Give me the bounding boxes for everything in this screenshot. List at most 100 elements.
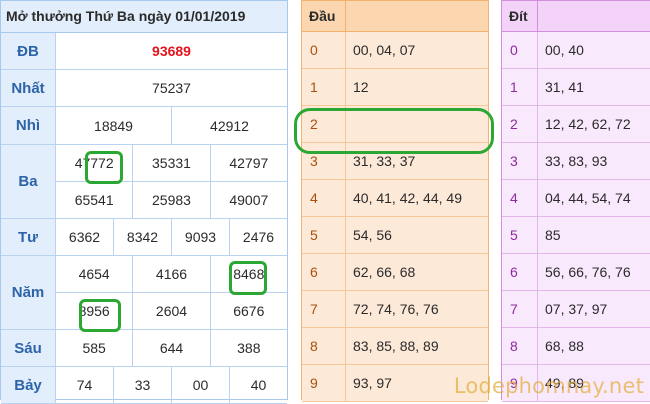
dau-key: 5 (302, 217, 346, 253)
dau-row: 0 00, 04, 07 (302, 32, 488, 69)
prize-number: 8342 (113, 219, 171, 255)
prize-number: 74 (76, 377, 93, 393)
prize-number: 6676 (209, 293, 287, 329)
dit-value: 04, 44, 54, 74 (545, 190, 631, 206)
dit-row: 0 00, 40 (502, 32, 650, 69)
special-prize-number: 93689 (152, 43, 191, 59)
dau-rows: 0 00, 04, 07 1 12 2 3 31, 33, 37 4 40, 41, 42, 4… (302, 32, 488, 402)
prize-line: 74 33 00 40 (56, 367, 287, 403)
dit-key: 4 (502, 180, 538, 216)
prize-number: 4654 (78, 266, 110, 282)
prize-number: 2604 (132, 293, 209, 329)
prize-line: 585 644 388 (56, 330, 287, 366)
dau-value: 62, 66, 68 (353, 264, 416, 280)
dit-row: 3 33, 83, 93 (502, 143, 650, 180)
result-title: Mở thưởng Thứ Ba ngày 01/01/2019 (1, 1, 287, 33)
prize-line: 93689 (56, 33, 287, 69)
highlight-box-nam-right (229, 261, 267, 295)
prize-rows: ĐB 93689 Nhất 75237 Nhì 18849 42912 Ba 47772 3533… (1, 33, 287, 404)
dit-row: 4 04, 44, 54, 74 (502, 180, 650, 217)
dit-value: 12, 42, 62, 72 (545, 116, 631, 132)
highlight-box-ba (85, 151, 123, 184)
prize-label: Nhất (1, 70, 56, 106)
lottery-result-table: Mở thưởng Thứ Ba ngày 01/01/2019 ĐB 93689… (0, 0, 288, 404)
dit-key: 2 (502, 106, 538, 142)
prize-row: Nhì 18849 42912 (1, 107, 287, 145)
dau-value: 00, 04, 07 (353, 42, 416, 58)
prize-row: Tư 6362 8342 9093 2476 (1, 219, 287, 256)
watermark-text: Lodephomnay.net (453, 374, 644, 398)
dau-row: 7 72, 74, 76, 76 (302, 291, 488, 328)
prize-line: 65541 25983 49007 (56, 181, 287, 218)
prize-number: 49007 (209, 182, 287, 218)
prize-number: 4166 (132, 256, 209, 292)
dit-key: 1 (502, 69, 538, 105)
prize-row: Ba 47772 35331 42797 65541 25983 49007 (1, 145, 287, 219)
prize-label: Nhì (1, 107, 56, 144)
dau-row: 8 83, 85, 88, 89 (302, 328, 488, 365)
dit-value: 00, 40 (545, 42, 584, 58)
dit-key: 5 (502, 217, 538, 253)
prize-row: Bảy 74 33 00 40 (1, 367, 287, 404)
highlight-box-nam-left (79, 299, 121, 332)
dit-value: 68, 88 (545, 338, 584, 354)
highlight-row-dau-2 (294, 108, 494, 154)
dau-value: 40, 41, 42, 44, 49 (353, 190, 462, 206)
dau-table: Đầu 0 00, 04, 07 1 12 2 3 31, 33, 37 4 40, 41, 4… (301, 0, 489, 402)
dit-row: 5 85 (502, 217, 650, 254)
dau-value: 72, 74, 76, 76 (353, 301, 439, 317)
dit-row: 7 07, 37, 97 (502, 291, 650, 328)
dau-header: Đầu (302, 1, 488, 32)
prize-number: 388 (209, 330, 287, 366)
dit-header-label: Đít (502, 1, 538, 31)
prize-number: 25983 (132, 182, 209, 218)
prize-number: 585 (82, 340, 106, 356)
dau-row: 6 62, 66, 68 (302, 254, 488, 291)
dau-value: 12 (353, 79, 369, 95)
prize-line: 18849 42912 (56, 107, 287, 144)
prize-number: 6362 (68, 229, 101, 245)
dau-key: 9 (302, 365, 346, 401)
prize-line: 6362 8342 9093 2476 (56, 219, 287, 255)
prize-values: 93689 (56, 33, 287, 69)
prize-number: 18849 (94, 117, 133, 134)
dit-key: 0 (502, 32, 538, 68)
dit-key: 6 (502, 254, 538, 290)
dit-value: 31, 41 (545, 79, 584, 95)
dau-row: 1 12 (302, 69, 488, 106)
prize-number: 00 (171, 367, 229, 403)
prize-label: ĐB (1, 33, 56, 69)
dit-value: 56, 66, 76, 76 (545, 264, 631, 280)
prize-values: 74 33 00 40 (56, 367, 287, 403)
prize-label: Năm (1, 256, 56, 329)
prize-number: 40 (229, 367, 287, 403)
dit-row: 8 68, 88 (502, 328, 650, 365)
dau-key: 6 (302, 254, 346, 290)
dit-row: 1 31, 41 (502, 69, 650, 106)
prize-row: ĐB 93689 (1, 33, 287, 70)
dau-value: 83, 85, 88, 89 (353, 338, 439, 354)
prize-label: Tư (1, 219, 56, 255)
dau-value: 54, 56 (353, 227, 392, 243)
dau-row: 4 40, 41, 42, 44, 49 (302, 180, 488, 217)
dau-key: 7 (302, 291, 346, 327)
prize-values: 18849 42912 (56, 107, 287, 144)
prize-row: Sáu 585 644 388 (1, 330, 287, 367)
prize-number: 2476 (229, 219, 287, 255)
prize-number: 65541 (74, 192, 114, 208)
prize-number: 35331 (132, 145, 209, 181)
dau-row: 5 54, 56 (302, 217, 488, 254)
prize-row: Nhất 75237 (1, 70, 287, 107)
prize-number: 33 (113, 367, 171, 403)
prize-label: Bảy (1, 367, 56, 403)
dau-key: 4 (302, 180, 346, 216)
prize-label: Sáu (1, 330, 56, 366)
prize-number: 9093 (171, 219, 229, 255)
dau-key: 0 (302, 32, 346, 68)
dit-row: 6 56, 66, 76, 76 (502, 254, 650, 291)
dit-table: Đít 0 00, 40 1 31, 41 2 12, 42, 62, 72 3 33, 83… (501, 0, 650, 402)
prize-label: Ba (1, 145, 56, 218)
dau-key: 1 (302, 69, 346, 105)
dit-key: 8 (502, 328, 538, 364)
dau-header-label: Đầu (302, 1, 346, 31)
